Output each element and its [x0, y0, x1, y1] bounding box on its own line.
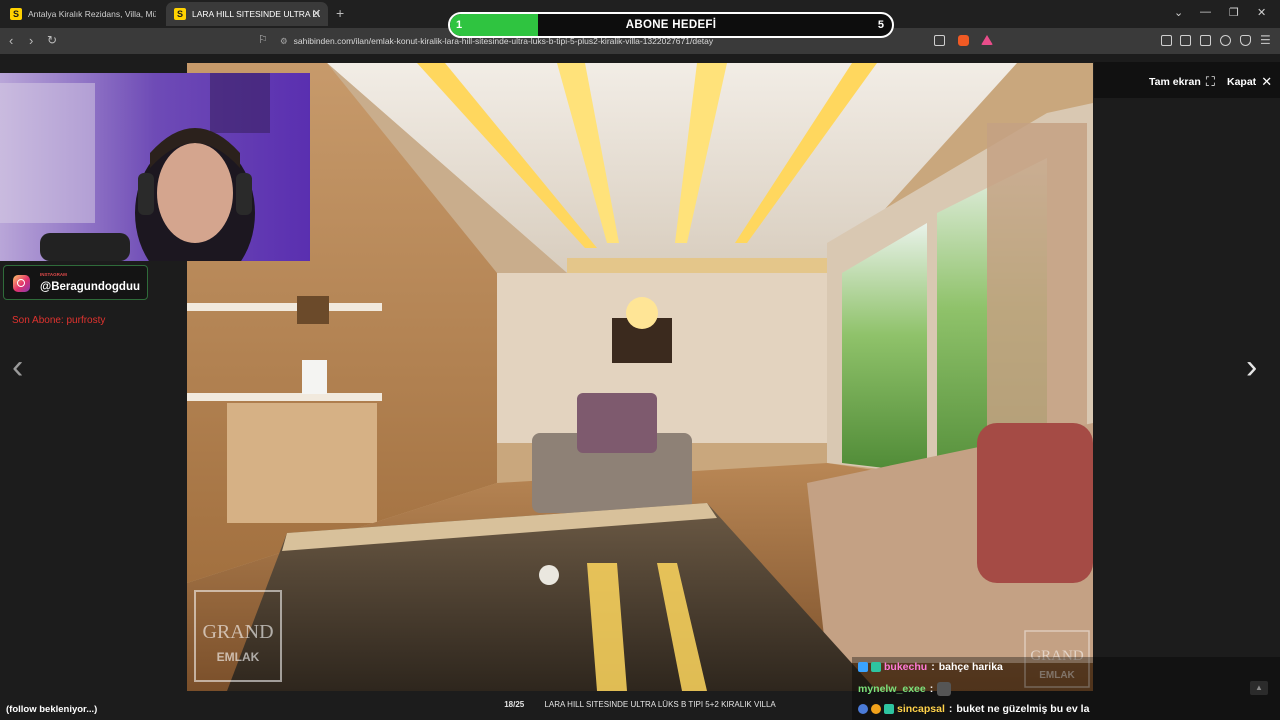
leo-ai-icon[interactable]	[1220, 35, 1231, 46]
next-photo-arrow-icon[interactable]: ›	[1246, 348, 1257, 387]
moderator-badge-icon	[858, 662, 868, 672]
chat-separator: :	[929, 683, 934, 695]
chat-username: mynelw_exee	[858, 683, 926, 695]
brave-shield-icon[interactable]	[958, 35, 969, 46]
close-label: Kapat	[1227, 76, 1257, 88]
chat-separator: :	[948, 703, 953, 715]
living-room-photo: GRAND EMLAK GRAND EMLAK	[187, 63, 1093, 691]
emote-icon	[937, 682, 952, 696]
last-subscriber: Son Abone: purfrosty	[12, 315, 106, 326]
svg-text:EMLAK: EMLAK	[217, 650, 260, 664]
tab-title: Antalya Kiralık Rezidans, Villa, Müstaki	[28, 9, 156, 19]
chat-username: bukechu	[884, 661, 928, 673]
sahibinden-favicon-icon: S	[174, 8, 186, 20]
chat-message: mynelw_exee :	[858, 682, 952, 696]
tab-title: LARA HILL SITESINDE ULTRA LÜK	[192, 9, 320, 19]
tab-antalya[interactable]: S Antalya Kiralık Rezidans, Villa, Müsta…	[2, 2, 164, 26]
bookmark-icon[interactable]: ⚐	[258, 33, 268, 46]
vpn-icon[interactable]	[1240, 35, 1251, 46]
extensions-icon[interactable]	[1161, 35, 1172, 46]
follow-status: (follow bekleniyor...)	[6, 704, 98, 715]
site-info-icon[interactable]: ⚙	[280, 36, 288, 47]
reader-mode-icon[interactable]	[934, 35, 945, 46]
chat-message: bukechu : bahçe harika	[858, 661, 1003, 673]
chat-message: sincapsal : buket ne güzelmiş bu ev la	[858, 703, 1089, 715]
previous-photo-arrow-icon[interactable]: ‹	[12, 348, 23, 387]
restore-icon[interactable]: ❐	[1229, 6, 1239, 19]
chat-separator: :	[931, 661, 935, 673]
subscriber-badge-icon	[871, 662, 881, 672]
instagram-icon	[13, 275, 30, 292]
stream-chat: bukechu : bahçe harika mynelw_exee : sin…	[852, 657, 1280, 720]
close-window-icon[interactable]: ✕	[1257, 6, 1266, 19]
subscriber-badge-icon	[884, 704, 894, 714]
subscriber-goal-bar: 1 ABONE HEDEFİ 5	[448, 12, 894, 38]
instagram-label: INSTAGRAM	[40, 272, 67, 277]
bits-badge-icon	[871, 704, 881, 714]
goal-title: ABONE HEDEFİ	[625, 19, 717, 31]
minimize-icon[interactable]: —	[1200, 6, 1211, 18]
verified-badge-icon	[858, 704, 868, 714]
tab-close-icon[interactable]: ✕	[312, 7, 321, 20]
tab-list-icon[interactable]: ⌄	[1174, 6, 1183, 19]
fullscreen-label: Tam ekran	[1149, 76, 1201, 88]
svg-text:GRAND: GRAND	[202, 621, 273, 643]
close-icon: ✕	[1261, 74, 1273, 89]
rewards-icon[interactable]	[981, 35, 993, 45]
viewer-toolbar: Tam ekran ⛶ Kapat ✕	[1094, 62, 1280, 98]
sidebar-icon[interactable]	[1180, 35, 1191, 46]
webcam-feed	[0, 73, 310, 261]
chat-scroll-icon[interactable]: ▲	[1250, 681, 1268, 695]
listing-photo: GRAND EMLAK GRAND EMLAK	[187, 63, 1093, 691]
instagram-badge: INSTAGRAM @Beragundogduu	[3, 265, 148, 300]
instagram-handle: @Beragundogduu	[40, 281, 141, 293]
menu-icon[interactable]: ☰	[1260, 33, 1271, 47]
chat-username: sincapsal	[897, 703, 945, 715]
sahibinden-favicon-icon: S	[10, 8, 22, 20]
fullscreen-icon: ⛶	[1205, 74, 1215, 89]
photo-counter: 18/25	[504, 700, 525, 709]
back-icon[interactable]: ‹	[9, 33, 13, 48]
fullscreen-button[interactable]: Tam ekran ⛶	[1149, 74, 1215, 90]
streamer-webcam-image	[0, 73, 310, 261]
chat-text: buket ne güzelmiş bu ev la	[956, 703, 1090, 715]
goal-target: 5	[877, 19, 884, 31]
forward-icon[interactable]: ›	[29, 33, 33, 48]
listing-title: LARA HILL SITESINDE ULTRA LÜKS B TIPI 5+…	[544, 700, 776, 709]
wallet-icon[interactable]	[1200, 35, 1211, 46]
close-viewer-button[interactable]: Kapat ✕	[1227, 74, 1272, 90]
new-tab-button[interactable]: +	[336, 5, 344, 21]
chat-text: bahçe harika	[938, 661, 1003, 673]
reload-icon[interactable]: ↻	[47, 33, 57, 47]
tab-lara-hill[interactable]: S LARA HILL SITESINDE ULTRA LÜK ✕	[166, 2, 328, 26]
